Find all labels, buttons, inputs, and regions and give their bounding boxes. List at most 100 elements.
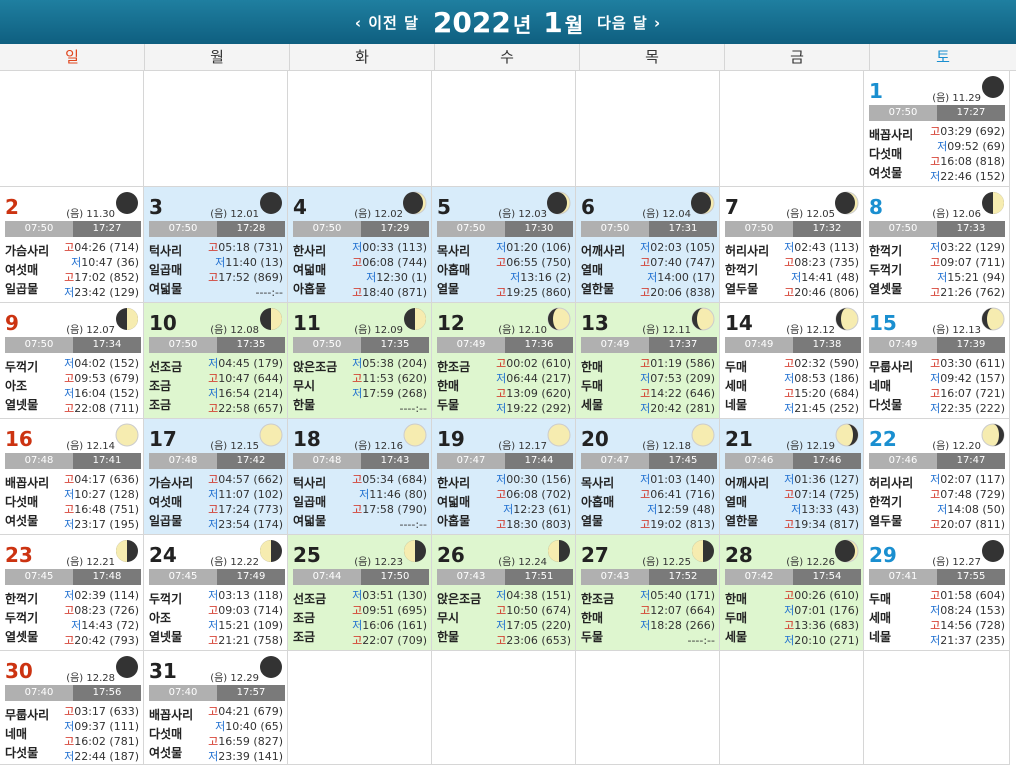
tide-name: 한물 bbox=[293, 398, 316, 412]
tide-entry: 고19:02 (813) bbox=[640, 517, 715, 532]
tide-entry: 저17:05 (220) bbox=[496, 618, 571, 633]
day-cell-26[interactable]: 26 (음) 12.24 07:43 17:51 앉은조금 무시 한물 저04:38 (151… bbox=[432, 535, 576, 651]
tide-time: 21:21 (758) bbox=[218, 634, 283, 647]
tide-name: 열한물 bbox=[725, 514, 759, 528]
day-cell-6[interactable]: 6 (음) 12.04 07:50 17:31 어깨사리 열매 열한물 저02:03 (105… bbox=[576, 187, 720, 303]
prev-month-link[interactable]: ‹ 이전 달 bbox=[355, 12, 419, 33]
lunar-date: (음) 12.19 bbox=[786, 441, 835, 452]
day-cell-31[interactable]: 31 (음) 12.29 07:40 17:57 배꼽사리 다섯매 여섯물 고04:21 (6… bbox=[144, 651, 288, 765]
day-cell-20[interactable]: 20 (음) 12.18 07:47 17:45 목사리 아홉매 열물 저01:03 (140… bbox=[576, 419, 720, 535]
calendar-week: 1 (음) 11.29 07:50 17:27 배꼽사리 다섯매 여섯물 고03:29 (69… bbox=[0, 71, 1016, 187]
tide-name: 허리사리 bbox=[869, 476, 914, 490]
day-cell-13[interactable]: 13 (음) 12.11 07:49 17:37 한매 두매 세물 고01:19 (586) 저… bbox=[576, 303, 720, 419]
sunset-time: 17:30 bbox=[505, 221, 573, 237]
tide-time: 04:57 (662) bbox=[218, 473, 283, 486]
calendar-week: 9 (음) 12.07 07:50 17:34 두꺽기 아조 열넷물 저04:02 (152)… bbox=[0, 303, 1016, 419]
tide-name: 여섯매 bbox=[149, 495, 183, 509]
tide-entry: 저12:59 (48) bbox=[640, 502, 715, 517]
day-cell-15[interactable]: 15 (음) 12.13 07:49 17:39 무룹사리 네매 다섯물 고03:30 (61… bbox=[864, 303, 1010, 419]
tide-entry: 저00:30 (156) bbox=[496, 472, 571, 487]
tide-list: 저03:22 (129) 고09:07 (711) 저15:21 (94) 고21:2… bbox=[930, 240, 1005, 300]
tide-list: 저02:43 (113) 고08:23 (735) 저14:41 (48) 고20:4… bbox=[784, 240, 859, 300]
tide-time: 03:13 (118) bbox=[218, 589, 283, 602]
day-cell-22[interactable]: 22 (음) 12.20 07:46 17:47 허리사리 한꺽기 열두물 저02:07 (1… bbox=[864, 419, 1010, 535]
day-cell-23[interactable]: 23 (음) 12.21 07:45 17:48 한꺽기 두꺽기 열셋물 저02:39 (11… bbox=[0, 535, 144, 651]
sunrise-time: 07:50 bbox=[293, 221, 361, 237]
day-number: 15 bbox=[869, 311, 897, 335]
moon-phase-icon bbox=[547, 423, 571, 447]
day-cell-29[interactable]: 29 (음) 12.27 07:41 17:55 두매 세매 네물 고01:58 (604) 저… bbox=[864, 535, 1010, 651]
sun-times-bar: 07:50 17:33 bbox=[869, 221, 1005, 237]
tide-entry: 고20:07 (811) bbox=[930, 517, 1005, 532]
tide-time: 17:52 (869) bbox=[218, 271, 283, 284]
tide-time: 14:22 (646) bbox=[650, 387, 715, 400]
day-cell-3[interactable]: 3 (음) 12.01 07:50 17:28 턱사리 일곱매 여덟물 고05:18 (731… bbox=[144, 187, 288, 303]
day-cell-8[interactable]: 8 (음) 12.06 07:50 17:33 한꺽기 두꺽기 열셋물 저03:22 (129… bbox=[864, 187, 1010, 303]
day-cell-4[interactable]: 4 (음) 12.02 07:50 17:29 한사리 여덟매 아홉물 저00:33 (113… bbox=[288, 187, 432, 303]
moon-phase-icon bbox=[547, 191, 571, 215]
tide-time: 02:32 (590) bbox=[794, 357, 859, 370]
tide-time: 02:43 (113) bbox=[794, 241, 859, 254]
day-cell-5[interactable]: 5 (음) 12.03 07:50 17:30 목사리 아홉매 열물 저01:20 (106)… bbox=[432, 187, 576, 303]
day-cell-2[interactable]: 2 (음) 11.30 07:50 17:27 가슴사리 여섯매 일곱물 고04:26 (71… bbox=[0, 187, 144, 303]
moon-phase-icon bbox=[982, 76, 1004, 98]
sunset-time: 17:48 bbox=[73, 569, 141, 585]
day-cell-24[interactable]: 24 (음) 12.22 07:45 17:49 두꺽기 아조 열넷물 저03:13 (118… bbox=[144, 535, 288, 651]
tide-name: 여덟매 bbox=[437, 495, 471, 509]
day-cell-7[interactable]: 7 (음) 12.05 07:50 17:32 허리사리 한꺽기 열두물 저02:43 (11… bbox=[720, 187, 864, 303]
day-cell-17[interactable]: 17 (음) 12.15 07:48 17:42 가슴사리 여섯매 일곱물 고04:57 (6… bbox=[144, 419, 288, 535]
day-cell-9[interactable]: 9 (음) 12.07 07:50 17:34 두꺽기 아조 열넷물 저04:02 (152)… bbox=[0, 303, 144, 419]
tide-time: 04:45 (179) bbox=[218, 357, 283, 370]
tide-name: 세물 bbox=[581, 398, 604, 412]
tide-time: 16:06 (161) bbox=[362, 619, 427, 632]
tide-type: 고 bbox=[640, 387, 651, 400]
day-number: 17 bbox=[149, 427, 177, 451]
tide-time: 09:07 (711) bbox=[940, 256, 1005, 269]
tide-entry: 저14:00 (17) bbox=[640, 270, 715, 285]
day-cell-19[interactable]: 19 (음) 12.17 07:47 17:44 한사리 여덟매 아홉물 저00:30 (15… bbox=[432, 419, 576, 535]
tide-names: 선조금 조금 조금 bbox=[293, 590, 326, 647]
sunset-time: 17:57 bbox=[217, 685, 285, 701]
day-cell-12[interactable]: 12 (음) 12.10 07:49 17:36 한조금 한매 두물 고00:02 (610)… bbox=[432, 303, 576, 419]
day-cell-18[interactable]: 18 (음) 12.16 07:48 17:43 턱사리 일곱매 여덟물 고05:34 (68… bbox=[288, 419, 432, 535]
tide-type: 고 bbox=[352, 256, 363, 269]
tide-time: 23:42 (129) bbox=[74, 286, 139, 299]
tide-time: 01:03 (140) bbox=[650, 473, 715, 486]
tide-type: 고 bbox=[208, 241, 219, 254]
sun-times-bar: 07:41 17:55 bbox=[869, 569, 1005, 585]
day-cell-27[interactable]: 27 (음) 12.25 07:43 17:52 한조금 한매 두물 저05:40 (171)… bbox=[576, 535, 720, 651]
day-cell-25[interactable]: 25 (음) 12.23 07:44 17:50 선조금 조금 조금 저03:51 (130)… bbox=[288, 535, 432, 651]
month-value: 1 bbox=[543, 5, 563, 39]
tide-name: 두매 bbox=[725, 611, 748, 625]
tide-type: 저 bbox=[352, 589, 363, 602]
tide-name: 열셋물 bbox=[869, 282, 903, 296]
day-cell-30[interactable]: 30 (음) 12.28 07:40 17:56 무룹사리 네매 다섯물 고03:17 (63… bbox=[0, 651, 144, 765]
tide-time: 16:48 (751) bbox=[74, 503, 139, 516]
sunset-time: 17:54 bbox=[793, 569, 861, 585]
sunrise-time: 07:50 bbox=[869, 105, 937, 121]
day-cell-14[interactable]: 14 (음) 12.12 07:49 17:38 두매 세매 네물 고02:32 (590) 저… bbox=[720, 303, 864, 419]
tide-time: 08:24 (153) bbox=[940, 604, 1005, 617]
tide-name: 네매 bbox=[869, 379, 892, 393]
tide-time: 17:24 (773) bbox=[218, 503, 283, 516]
tide-names: 배꼽사리 다섯매 여섯물 bbox=[869, 126, 913, 183]
day-cell-11[interactable]: 11 (음) 12.09 07:50 17:35 앉은조금 무시 한물 저05:38 (204… bbox=[288, 303, 432, 419]
day-cell-1[interactable]: 1 (음) 11.29 07:50 17:27 배꼽사리 다섯매 여섯물 고03:29 (69… bbox=[864, 71, 1010, 187]
day-cell-21[interactable]: 21 (음) 12.19 07:46 17:46 어깨사리 열매 열한물 저01:36 (12… bbox=[720, 419, 864, 535]
tide-entry: 저10:27 (128) bbox=[64, 487, 139, 502]
moon-phase-icon bbox=[982, 192, 1004, 214]
next-month-link[interactable]: 다음 달 › bbox=[597, 12, 661, 33]
tide-time: 10:47 (644) bbox=[218, 372, 283, 385]
tide-time: 12:23 (61) bbox=[513, 503, 571, 516]
day-number: 11 bbox=[293, 311, 321, 335]
tide-time: 10:40 (65) bbox=[225, 720, 283, 733]
day-cell-28[interactable]: 28 (음) 12.26 07:42 17:54 한매 두매 세물 고00:26 (610) 저… bbox=[720, 535, 864, 651]
day-cell-16[interactable]: 16 (음) 12.14 07:48 17:41 배꼽사리 다섯매 여섯물 고04:17 (6… bbox=[0, 419, 144, 535]
tide-entry: 고03:30 (611) bbox=[930, 356, 1005, 371]
tide-entry: 고10:50 (674) bbox=[496, 603, 571, 618]
tide-name: 가슴사리 bbox=[149, 476, 194, 490]
day-cell-10[interactable]: 10 (음) 12.08 07:50 17:35 선조금 조금 조금 저04:45 (179)… bbox=[144, 303, 288, 419]
tide-type: 저 bbox=[937, 140, 948, 153]
tide-entry: 저07:53 (209) bbox=[640, 371, 715, 386]
tide-entry: 고02:32 (590) bbox=[784, 356, 859, 371]
